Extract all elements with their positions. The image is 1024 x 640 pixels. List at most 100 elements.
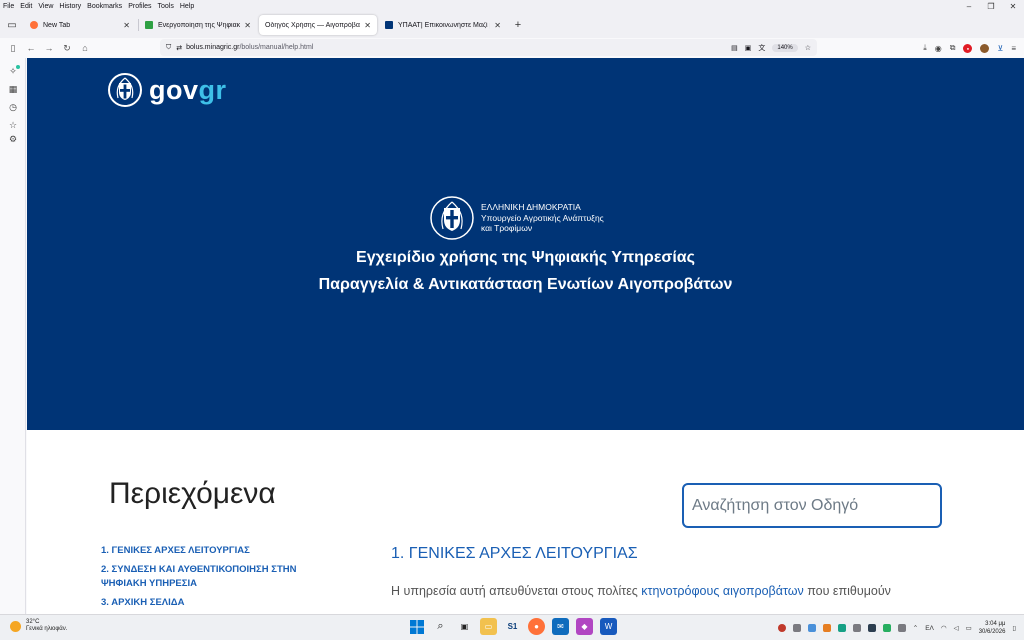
maximize-button[interactable]: ❐ bbox=[980, 0, 1002, 12]
service-favicon-icon bbox=[145, 21, 153, 29]
battery-icon[interactable]: ▭ bbox=[966, 624, 972, 632]
settings-gear-icon[interactable]: ⚙ bbox=[0, 130, 26, 148]
menu-tools[interactable]: Tools bbox=[158, 3, 174, 10]
extension-blue-icon[interactable]: ⊻ bbox=[997, 44, 1003, 53]
screenshot-icon[interactable]: ▣ bbox=[745, 44, 752, 52]
menu-profiles[interactable]: Profiles bbox=[128, 3, 151, 10]
tab-title: Οδηγός Χρήσης — Αιγοπρόβατα bbox=[265, 21, 361, 29]
sun-icon bbox=[10, 620, 21, 632]
shield-icon[interactable]: ⛉ bbox=[166, 44, 171, 52]
url-text[interactable]: bolus.minagric.gr/bolus/manual/help.html bbox=[186, 44, 313, 51]
minimize-button[interactable]: – bbox=[958, 0, 980, 12]
tab-list-icon[interactable]: ▭ bbox=[0, 12, 24, 38]
file-explorer-icon[interactable]: ▭ bbox=[480, 618, 497, 635]
translate-icon[interactable]: 文 bbox=[758, 43, 765, 53]
windows-taskbar: 32°C Γενικά ηλιοφάν. ⌕ ▣ ▭ S1 ● ✉ ◆ W ⌃ … bbox=[0, 614, 1024, 640]
close-tab-icon[interactable]: ✕ bbox=[244, 21, 251, 30]
language-indicator[interactable]: ΕΛ bbox=[925, 625, 934, 632]
firefox-icon[interactable]: ● bbox=[528, 618, 545, 635]
url-bar[interactable]: ⛉ ⇄ bolus.minagric.gr/bolus/manual/help.… bbox=[160, 39, 817, 56]
extension-icon[interactable] bbox=[980, 43, 990, 53]
tray-app-icon[interactable] bbox=[852, 624, 861, 632]
notifications-icon[interactable]: ▯ bbox=[1012, 624, 1016, 632]
wifi-icon[interactable]: ◠ bbox=[941, 624, 947, 632]
search-icon[interactable]: ⌕ bbox=[432, 618, 449, 635]
hero-banner: govgr ΕΛΛΗΝΙΚΗ ΔΗΜΟΚΡΑΤΙΑ Υπουργείο Αγρο… bbox=[27, 58, 1024, 430]
chevron-up-icon[interactable]: ⌃ bbox=[913, 624, 918, 632]
table-of-contents: 1. ΓΕΝΙΚΕΣ ΑΡΧΕΣ ΛΕΙΤΟΥΡΓΙΑΣ 2. ΣΥΝΔΕΣΗ … bbox=[101, 544, 341, 614]
reader-view-icon[interactable]: ▤ bbox=[731, 44, 738, 52]
section-title: 1. ΓΕΝΙΚΕΣ ΑΡΧΕΣ ΛΕΙΤΟΥΡΓΙΑΣ bbox=[391, 545, 638, 562]
tab-contact[interactable]: ΥΠΑΑΤ| Επικοινωνήστε Μαζί μ ✕ bbox=[379, 15, 507, 35]
forward-icon[interactable]: → bbox=[40, 39, 58, 57]
tab-title: ΥΠΑΑΤ| Επικοινωνήστε Μαζί μ bbox=[398, 21, 491, 29]
tab-digital-service[interactable]: Ενεργοποίηση της Ψηφιακής Π ✕ bbox=[139, 15, 257, 35]
govgr-logo[interactable]: govgr bbox=[107, 72, 227, 108]
zoom-level-button[interactable]: 140% bbox=[772, 43, 798, 52]
home-icon[interactable]: ⌂ bbox=[76, 39, 94, 57]
tab-title: New Tab bbox=[43, 21, 71, 29]
menu-file[interactable]: File bbox=[3, 3, 14, 10]
downloads-icon[interactable]: ⤓ bbox=[923, 43, 927, 53]
weather-widget[interactable]: 32°C Γενικά ηλιοφάν. bbox=[10, 619, 67, 633]
outlook-icon[interactable]: ✉ bbox=[552, 618, 569, 635]
tab-strip: ▭ New Tab ✕ Ενεργοποίηση της Ψηφιακής Π … bbox=[0, 12, 1024, 38]
word-icon[interactable]: W bbox=[600, 618, 617, 635]
app-purple-icon[interactable]: ◆ bbox=[576, 618, 593, 635]
volume-icon[interactable]: ◁ bbox=[954, 624, 959, 632]
tab-manual[interactable]: Οδηγός Χρήσης — Αιγοπρόβατα ✕ bbox=[259, 15, 377, 35]
guide-search-input[interactable] bbox=[682, 483, 942, 528]
tray-app-icon[interactable] bbox=[807, 624, 816, 632]
menu-bookmarks[interactable]: Bookmarks bbox=[87, 3, 122, 10]
tray-app-icon[interactable] bbox=[777, 624, 786, 632]
ministry-favicon-icon bbox=[385, 21, 393, 29]
reload-icon[interactable]: ↻ bbox=[58, 39, 76, 57]
close-tab-icon[interactable]: ✕ bbox=[123, 21, 130, 30]
toc-link-home-page[interactable]: 3. ΑΡΧΙΚΗ ΣΕΛΙΔΑ bbox=[101, 596, 341, 610]
back-icon[interactable]: ← bbox=[22, 39, 40, 57]
adblock-extension-icon[interactable]: ● bbox=[963, 43, 973, 53]
section-paragraph: Η υπηρεσία αυτή απευθύνεται στους πολίτε… bbox=[391, 584, 891, 598]
page-content: govgr ΕΛΛΗΝΙΚΗ ΔΗΜΟΚΡΑΤΙΑ Υπουργείο Αγρο… bbox=[27, 58, 1024, 614]
browser-sidebar: ✧ ▦ ◷ ☆ ⚙ bbox=[0, 58, 26, 614]
tab-new-tab[interactable]: New Tab ✕ bbox=[24, 15, 136, 35]
ministry-line: και Τροφίμων bbox=[481, 223, 533, 234]
account-icon[interactable]: ◉ bbox=[935, 44, 942, 53]
sidebar-toggle-icon[interactable]: ▯ bbox=[4, 39, 22, 57]
close-window-button[interactable]: ✕ bbox=[1002, 0, 1024, 12]
task-view-icon[interactable]: ▣ bbox=[456, 618, 473, 635]
hero-subtitle: Παραγγελία & Αντικατάσταση Ενωτίων Αιγοπ… bbox=[318, 276, 733, 293]
close-tab-icon[interactable]: ✕ bbox=[364, 21, 371, 30]
farmers-link[interactable]: κτηνοτρόφους αιγοπροβάτων bbox=[641, 584, 803, 598]
greek-emblem-icon bbox=[108, 73, 142, 107]
windows-start-icon[interactable] bbox=[408, 618, 425, 635]
menu-help[interactable]: Help bbox=[180, 3, 194, 10]
menu-hamburger-icon[interactable]: ≡ bbox=[1011, 44, 1016, 53]
new-tab-button[interactable]: + bbox=[509, 19, 527, 31]
ai-chatbot-icon[interactable]: ✧ bbox=[0, 62, 26, 80]
tray-app-icon[interactable] bbox=[822, 624, 831, 632]
tray-app-icon[interactable] bbox=[792, 624, 801, 632]
app-s1-icon[interactable]: S1 bbox=[504, 618, 521, 635]
synced-tabs-icon[interactable]: ▦ bbox=[0, 80, 26, 98]
history-icon[interactable]: ◷ bbox=[0, 98, 26, 116]
extensions-icon[interactable]: ⧉ bbox=[950, 43, 956, 53]
close-tab-icon[interactable]: ✕ bbox=[494, 21, 501, 30]
tray-app-icon[interactable] bbox=[897, 624, 906, 632]
navigation-bar: ▯ ← → ↻ ⌂ ⛉ ⇄ bolus.minagric.gr/bolus/ma… bbox=[0, 38, 1024, 58]
weather-description: Γενικά ηλιοφάν. bbox=[26, 626, 68, 632]
permissions-icon[interactable]: ⇄ bbox=[176, 44, 182, 52]
govgr-wordmark: govgr bbox=[149, 74, 227, 105]
temperature: 32°C bbox=[26, 619, 40, 625]
menu-view[interactable]: View bbox=[38, 3, 53, 10]
menu-history[interactable]: History bbox=[59, 3, 81, 10]
tray-app-icon[interactable] bbox=[882, 624, 891, 632]
greek-emblem-icon bbox=[430, 196, 474, 240]
tray-app-icon[interactable] bbox=[867, 624, 876, 632]
tray-app-icon[interactable] bbox=[837, 624, 846, 632]
bookmark-star-icon[interactable]: ☆ bbox=[805, 44, 811, 52]
toc-link-login-authentication[interactable]: 2. ΣΥΝΔΕΣΗ ΚΑΙ ΑΥΘΕΝΤΙΚΟΠΟΙΗΣΗ ΣΤΗΝ ΨΗΦΙ… bbox=[101, 563, 341, 591]
menu-edit[interactable]: Edit bbox=[20, 3, 32, 10]
clock[interactable]: 3:04 μμ 30/6/2026 bbox=[979, 620, 1006, 636]
toc-link-general-principles[interactable]: 1. ΓΕΝΙΚΕΣ ΑΡΧΕΣ ΛΕΙΤΟΥΡΓΙΑΣ bbox=[101, 544, 341, 558]
